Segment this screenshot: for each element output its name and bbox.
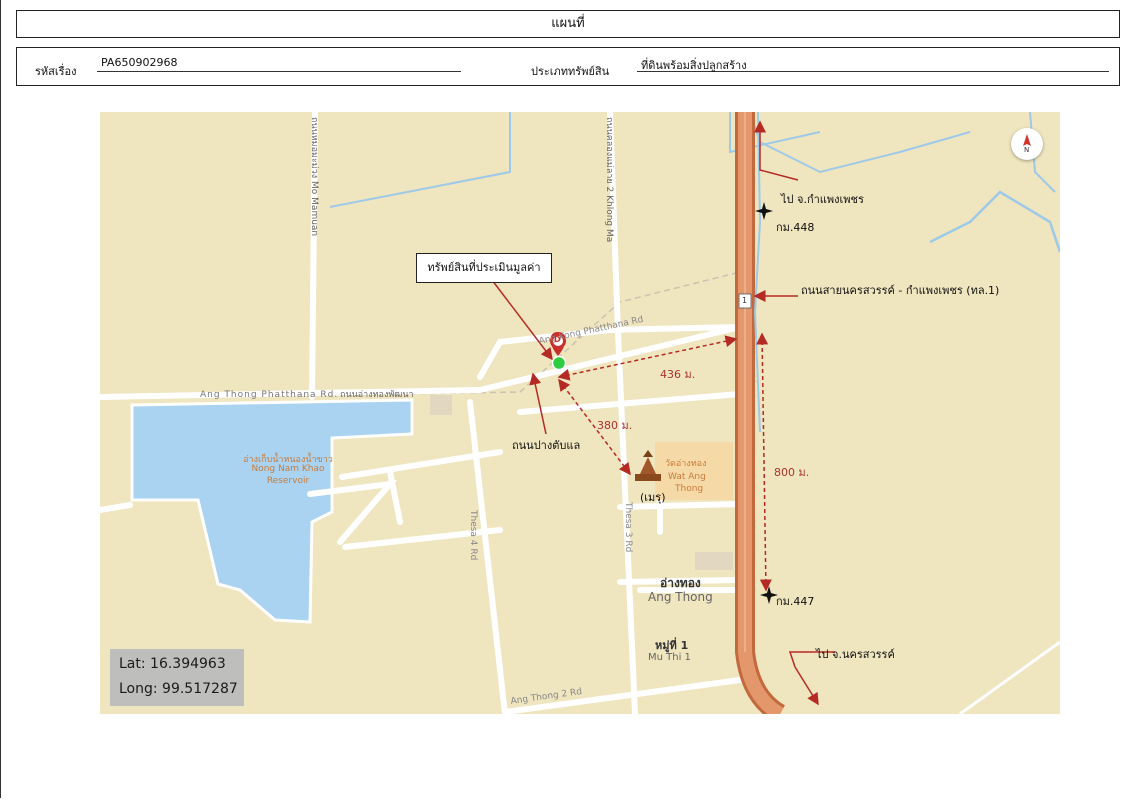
temple-label-en2: Thong <box>675 484 704 494</box>
to-kamphaeng-phet-label: ไป จ.กำแพงเพชร <box>781 193 864 206</box>
page-title: แผนที่ <box>16 10 1120 38</box>
distance-800-label: 800 ม. <box>774 466 810 479</box>
property-point <box>551 355 567 371</box>
road-label-thesa4: Thesa 4 Rd <box>468 510 478 561</box>
coordinates-box: Lat: 16.394963 Long: 99.517287 <box>110 649 244 706</box>
town-label-en: Ang Thong <box>648 590 713 604</box>
road-label-ang-thong: Ang Thong Phatthana Rd. <box>200 390 339 400</box>
type-label: ประเภททรัพย์สิน <box>531 65 610 78</box>
map-canvas <box>100 112 1060 714</box>
longitude-text: Long: 99.517287 <box>119 681 238 697</box>
property-callout: ทรัพย์สินที่ประเมินมูลค่า <box>416 253 552 283</box>
road-label-mo-mamuan: ถนนหมอมะม่วง Mo Mamuan <box>309 117 319 237</box>
distance-380-label: 380 ม. <box>597 419 633 432</box>
road-label-ang-thong-th: ถนนอ่างทองพัฒนา <box>340 390 414 400</box>
info-box: รหัสเรื่อง PA650902968 ประเภททรัพย์สิน ท… <box>16 47 1120 86</box>
type-value: ที่ดินพร้อมสิ่งปลูกสร้าง <box>637 56 1109 72</box>
reservoir-label-en1: Nong Nam Khao <box>251 464 325 474</box>
road-label-thesa3: Thesa 3 Rd <box>623 502 633 553</box>
compass-letter: N <box>1024 146 1030 154</box>
case-label: รหัสเรื่อง <box>35 65 77 78</box>
reservoir-label-en2: Reservoir <box>266 476 310 486</box>
moo1-label-en: Mu Thi 1 <box>648 652 691 663</box>
road-pangtaplae-label: ถนนปางตับแล <box>512 439 581 452</box>
road-label-khlong-mai: ถนนคลองแม่ลาย 2 Khlong Ma <box>604 117 614 243</box>
temple-label-en1: Wat Ang <box>668 472 706 482</box>
highway-road-label: ถนนสายนครสวรรค์ - กำแพงเพชร (ทล.1) <box>801 284 1000 297</box>
building <box>695 552 733 570</box>
location-map[interactable]: Ang Thong Phatthana Rd. ถนนอ่างทองพัฒนา … <box>100 112 1060 714</box>
building <box>430 395 452 415</box>
km448-label: กม.448 <box>776 221 815 234</box>
case-value: PA650902968 <box>97 56 461 72</box>
km447-label: กม.447 <box>776 595 815 608</box>
compass[interactable]: N <box>1011 128 1043 160</box>
temple-label-th: วัดอ่างทอง <box>665 459 707 469</box>
latitude-text: Lat: 16.394963 <box>119 656 226 672</box>
compass-arrow-icon <box>1023 134 1031 146</box>
marker-letter: D <box>554 335 561 344</box>
landmark-label: (เมรุ) <box>640 491 666 504</box>
highway-shield-number: 1 <box>742 296 748 305</box>
to-nakhon-sawan-label: ไป จ.นครสวรรค์ <box>816 648 895 661</box>
distance-436-label: 436 ม. <box>660 368 696 381</box>
